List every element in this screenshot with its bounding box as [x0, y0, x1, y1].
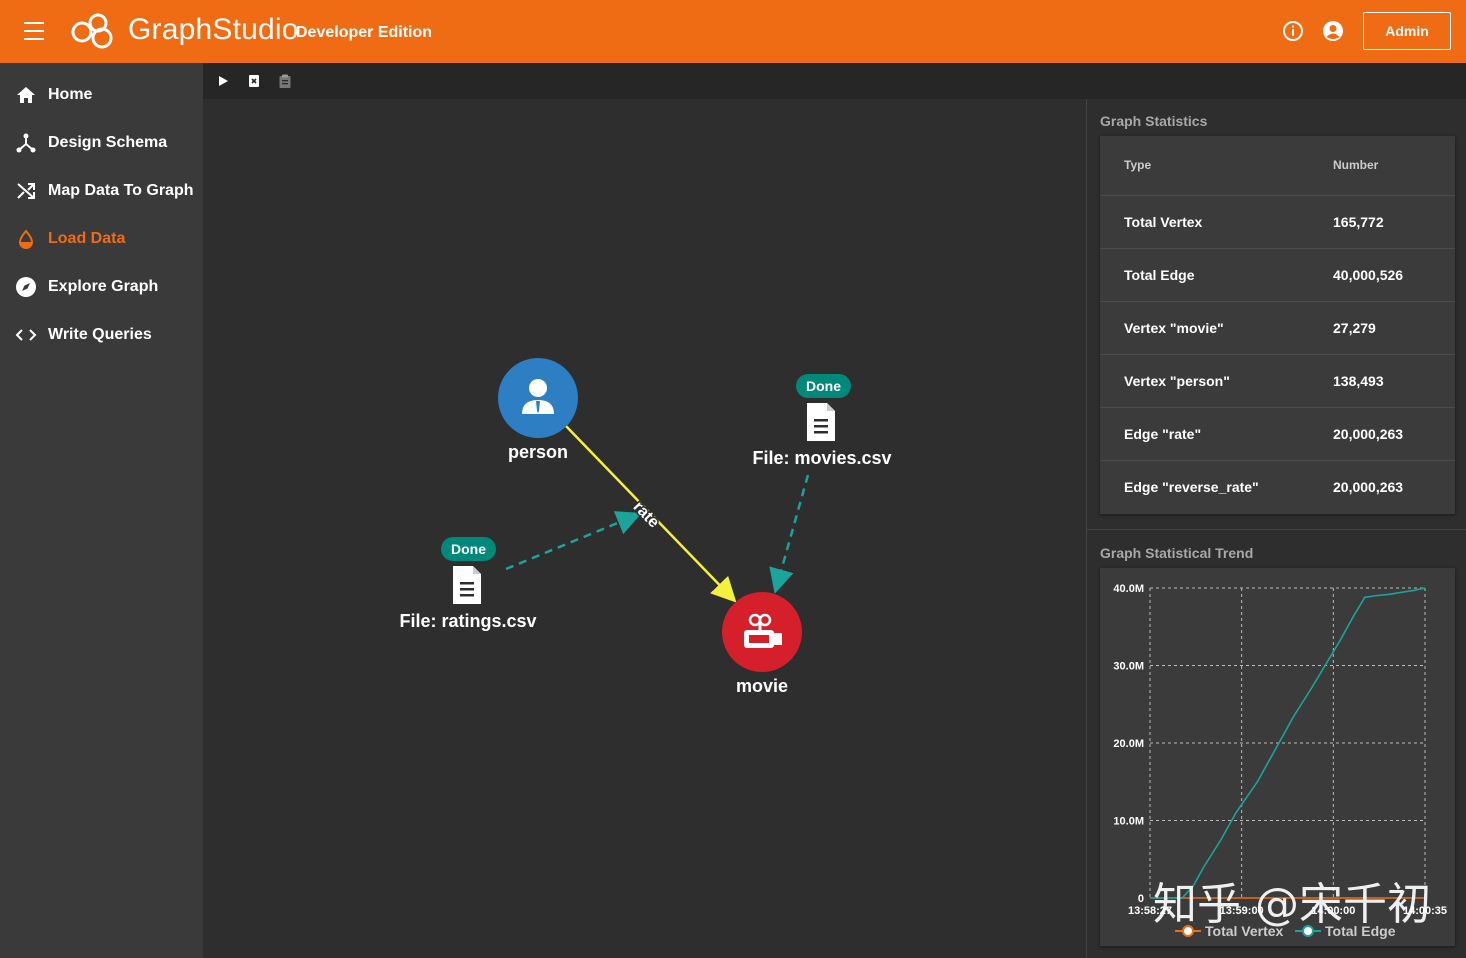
sidebar-item-explore-graph[interactable]: Explore Graph	[0, 263, 203, 311]
table-row: Edge "rate" 20,000,263	[1100, 408, 1455, 461]
row-number: 40,000,526	[1333, 267, 1404, 283]
trend-title: Graph Statistical Trend	[1100, 545, 1254, 561]
stats-table: Type Number Total Vertex 165,772 Total Ed…	[1100, 136, 1455, 514]
y-tick-label: 10.0M	[1113, 816, 1144, 828]
play-icon[interactable]	[215, 73, 231, 89]
edition-label: Developer Edition	[296, 24, 433, 41]
sidebar-item-label: Explore Graph	[48, 278, 159, 295]
file-ratings-icon[interactable]	[451, 564, 483, 606]
row-number: 20,000,263	[1333, 479, 1404, 495]
stats-table-header: Type Number	[1100, 136, 1455, 196]
table-row: Total Vertex 165,772	[1100, 196, 1455, 249]
vertex-movie[interactable]	[722, 592, 802, 672]
row-type: Total Edge	[1124, 267, 1195, 283]
y-tick-label: 40.0M	[1113, 583, 1144, 595]
status-badge: Done	[441, 537, 496, 561]
sidebar: Home Design Schema Map Data To Graph Loa…	[0, 63, 203, 958]
file-ratings-label: File: ratings.csv	[399, 611, 537, 631]
schema-icon	[16, 133, 36, 153]
row-number: 138,493	[1333, 373, 1384, 389]
edge-rate-label: rate	[630, 498, 663, 531]
graph-canvas[interactable]: rate person movie Done File: movies.csv …	[203, 99, 1086, 958]
sidebar-item-label: Home	[48, 86, 93, 103]
row-type: Vertex "movie"	[1124, 320, 1224, 336]
row-type: Edge "rate"	[1124, 426, 1202, 442]
trend-chart: 0 10.0M 20.0M 30.0M 40.0M 13:58:27 13:59:00 14:…	[1113, 583, 1447, 939]
sidebar-item-label: Design Schema	[48, 134, 168, 151]
graphstudio-logo-icon	[68, 10, 118, 52]
mapping-ratings-line[interactable]	[505, 511, 642, 571]
table-row: Vertex "person" 138,493	[1100, 355, 1455, 408]
row-number: 20,000,263	[1333, 426, 1404, 442]
graph-edges: rate	[505, 424, 810, 603]
clipboard-icon[interactable]	[277, 73, 293, 89]
column-header-number: Number	[1333, 158, 1379, 172]
vertex-person-label: person	[507, 442, 568, 462]
sidebar-item-map-data[interactable]: Map Data To Graph	[0, 167, 203, 215]
load-toolbar	[203, 63, 1466, 99]
brand-name: GraphStudio	[128, 13, 299, 47]
x-tick-label: 13:58:27	[1128, 905, 1172, 917]
row-type: Total Vertex	[1124, 214, 1203, 230]
section-divider	[1087, 529, 1466, 530]
legend-label: Total Edge	[1325, 923, 1396, 939]
file-movies-icon[interactable]	[805, 401, 837, 443]
info-icon[interactable]	[1282, 20, 1304, 42]
row-number: 165,772	[1333, 214, 1384, 230]
row-type: Edge "reverse_rate"	[1124, 479, 1259, 495]
sidebar-item-home[interactable]: Home	[0, 71, 203, 119]
shuffle-icon	[17, 183, 35, 199]
y-tick-label: 0	[1138, 893, 1144, 905]
sidebar-item-load-data[interactable]: Load Data	[0, 215, 203, 263]
y-tick-label: 20.0M	[1113, 738, 1144, 750]
x-tick-label: 13:59:00	[1220, 905, 1264, 917]
mapping-movies-line[interactable]	[769, 474, 810, 594]
stats-panel: Graph Statistics Type Number Total Verte…	[1087, 99, 1466, 958]
compass-icon	[16, 277, 36, 297]
file-movies-label: File: movies.csv	[752, 448, 892, 468]
stats-title: Graph Statistics	[1100, 113, 1208, 129]
sidebar-item-label: Map Data To Graph	[48, 182, 194, 199]
series-line	[1150, 587, 1426, 899]
x-tick-label: 14:00:35	[1403, 905, 1447, 917]
home-icon	[17, 87, 35, 103]
status-badge: Done	[796, 374, 851, 398]
row-number: 27,279	[1333, 320, 1376, 336]
admin-button[interactable]: Admin	[1363, 12, 1451, 50]
table-row: Edge "reverse_rate" 20,000,263	[1100, 461, 1455, 514]
trend-chart-card: 0 10.0M 20.0M 30.0M 40.0M 13:58:27 13:59:00 14:…	[1100, 568, 1455, 946]
legend-swatch-marker	[1302, 925, 1314, 937]
code-icon	[15, 329, 37, 341]
column-header-type: Type	[1124, 158, 1152, 172]
drop-icon	[18, 229, 34, 249]
sidebar-item-label: Write Queries	[48, 326, 152, 343]
account-circle-icon[interactable]	[1322, 20, 1344, 42]
legend-label: Total Vertex	[1205, 923, 1284, 939]
menu-icon[interactable]	[24, 22, 44, 40]
vertex-movie-label: movie	[735, 676, 789, 696]
row-type: Vertex "person"	[1124, 373, 1230, 389]
brand-bold: Graph	[128, 13, 213, 46]
sidebar-item-label: Load Data	[48, 230, 126, 247]
vertex-person[interactable]	[498, 358, 578, 438]
delete-file-icon[interactable]	[246, 73, 262, 89]
top-bar: GraphStudio Developer Edition Admin	[0, 0, 1466, 63]
table-row: Total Edge 40,000,526	[1100, 249, 1455, 302]
brand-light: Studio	[212, 13, 299, 46]
x-tick-label: 14:00:00	[1311, 905, 1355, 917]
sidebar-item-write-queries[interactable]: Write Queries	[0, 311, 203, 359]
table-row: Vertex "movie" 27,279	[1100, 302, 1455, 355]
legend-swatch-marker	[1182, 925, 1194, 937]
sidebar-item-design-schema[interactable]: Design Schema	[0, 119, 203, 167]
y-tick-label: 30.0M	[1113, 661, 1144, 673]
